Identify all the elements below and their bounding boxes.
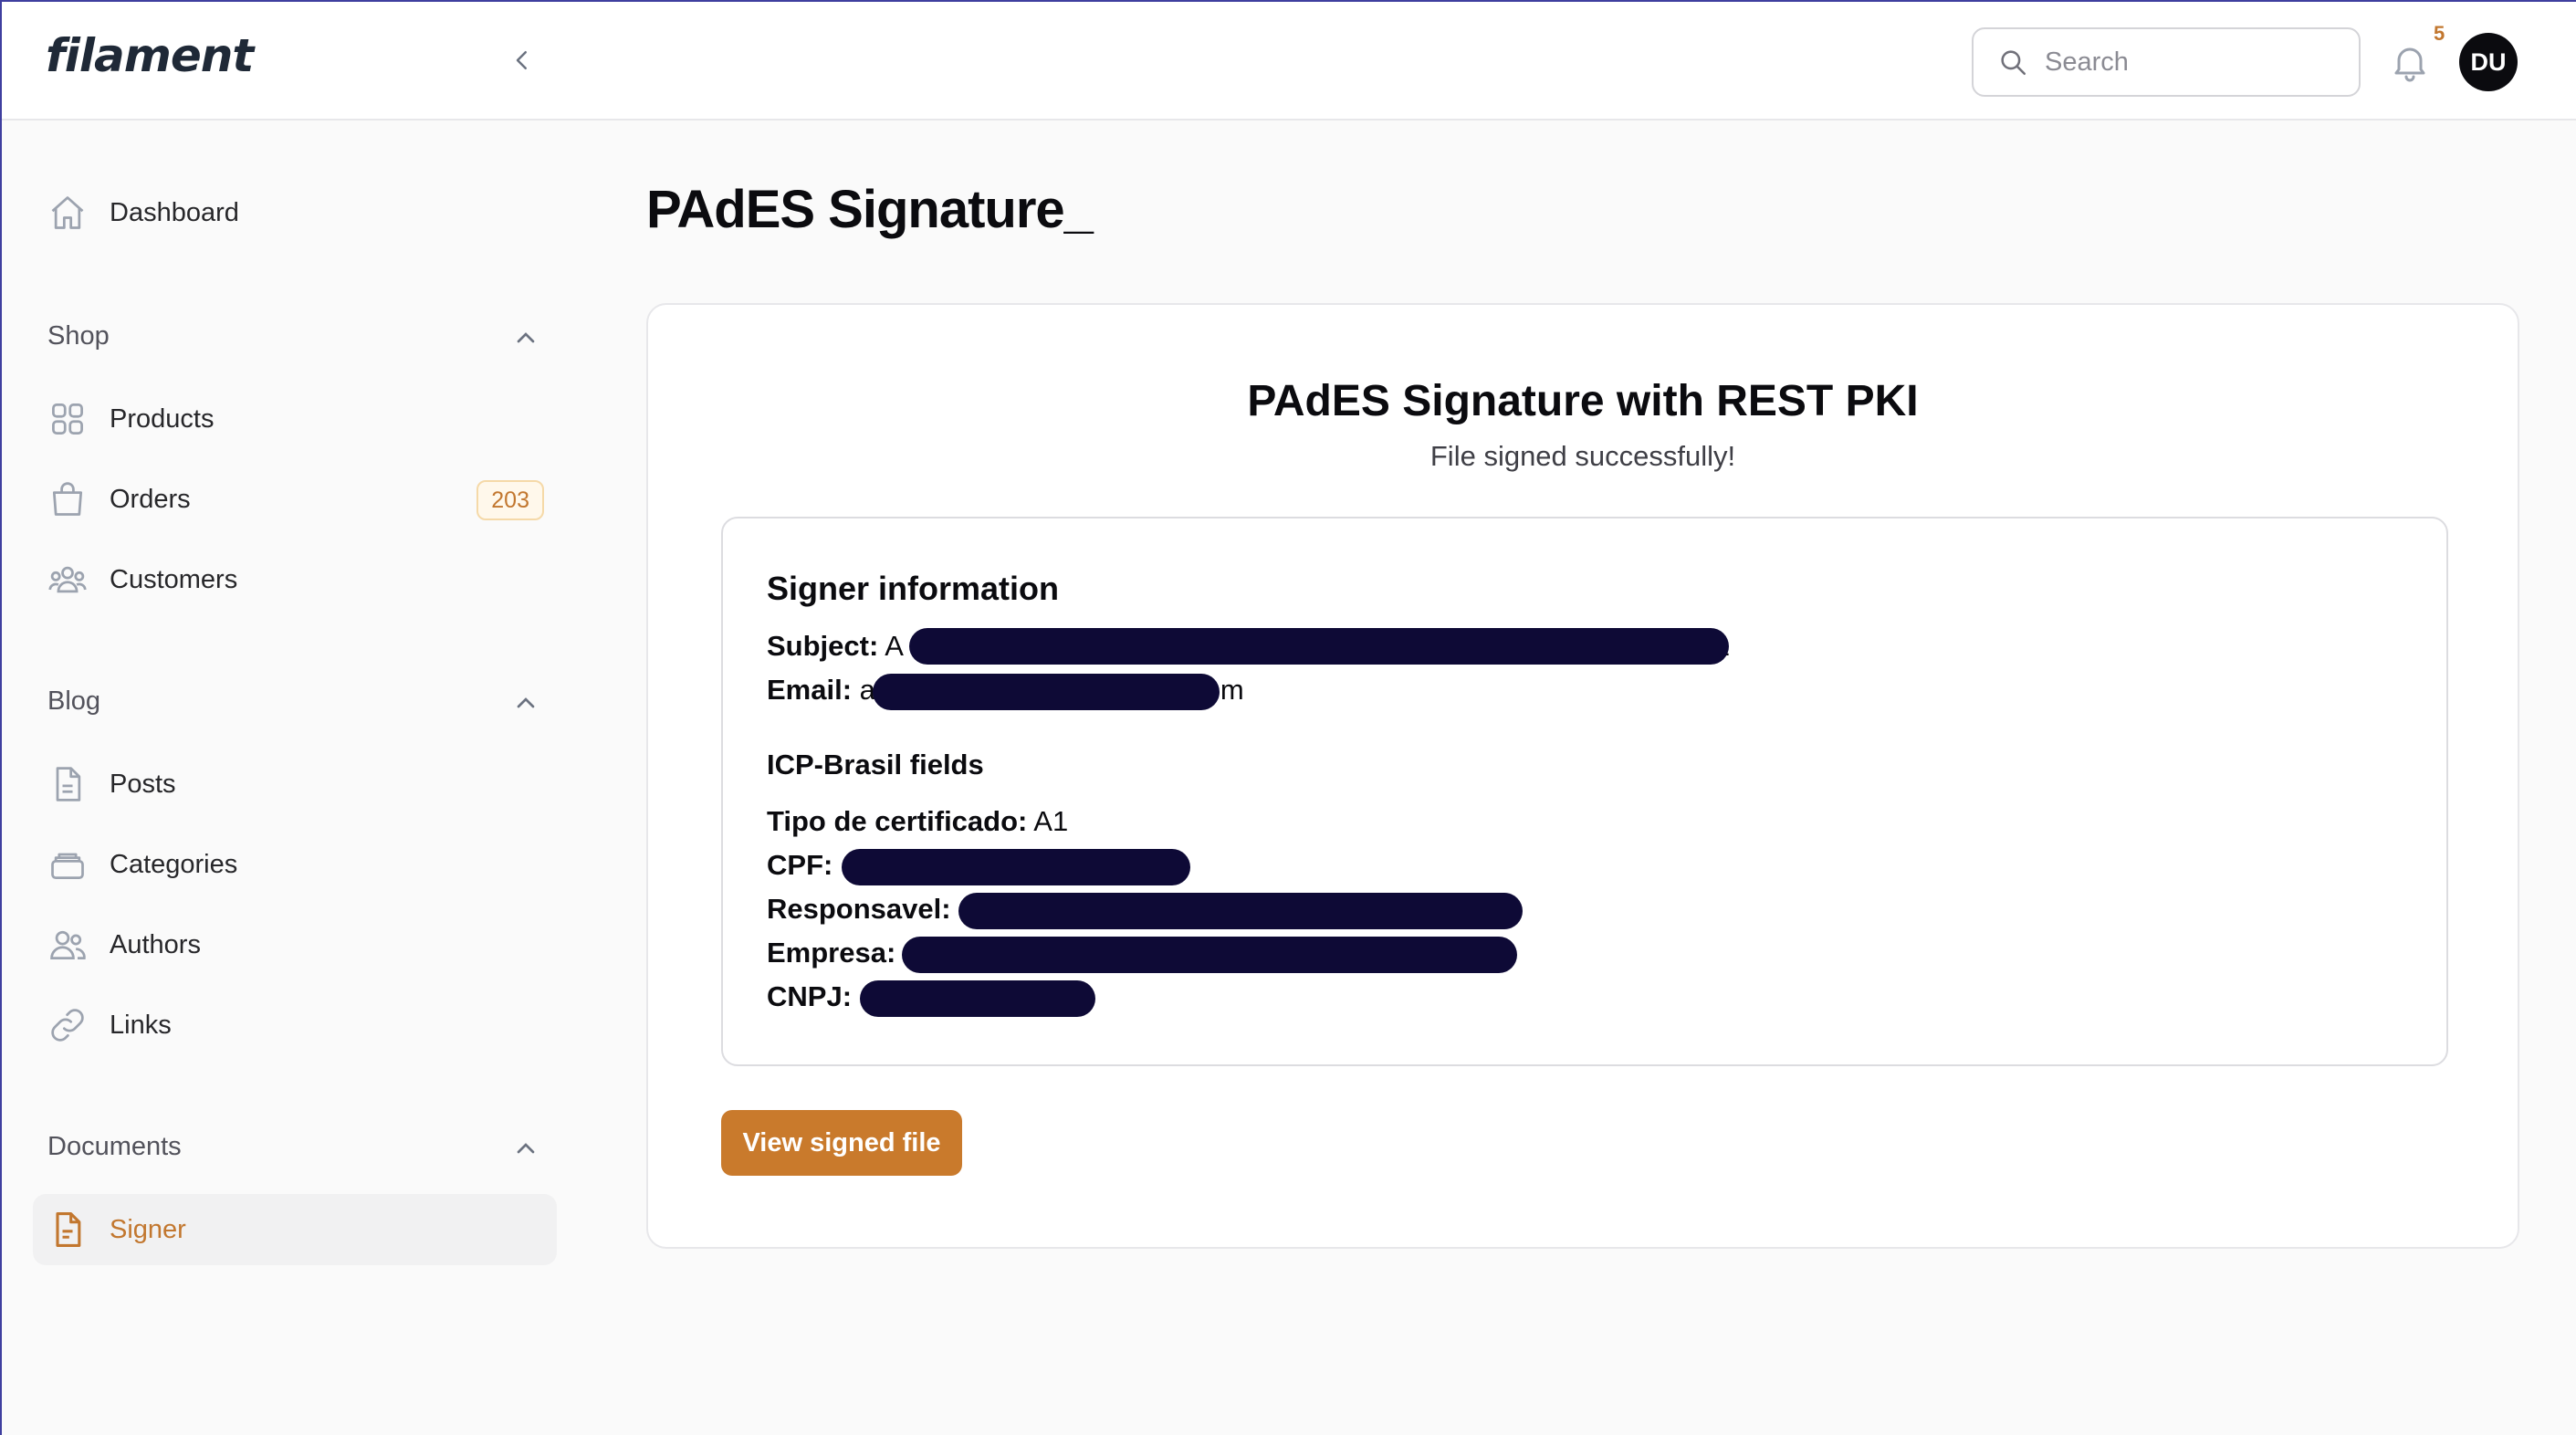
chevron-up-icon[interactable] [511, 1134, 540, 1163]
tipo-certificado-field: Tipo de certificado: A1 [767, 805, 1068, 838]
group-label-shop: Shop [47, 321, 110, 351]
sidebar-item-label: Categories [110, 849, 238, 879]
notification-count-badge: 5 [2434, 22, 2445, 45]
redaction-bar [873, 674, 1220, 710]
responsavel-label: Responsavel: [767, 893, 951, 925]
search-field[interactable] [1972, 27, 2361, 97]
empresa-label: Empresa: [767, 937, 896, 969]
sidebar-item-posts[interactable]: Posts [33, 749, 557, 820]
document-text-icon [56, 1212, 81, 1247]
grid-icon [52, 403, 83, 435]
card-subtitle: File signed successfully! [1429, 440, 1736, 472]
sidebar-item-label: Posts [110, 769, 176, 799]
sidebar-item-signer[interactable]: Signer [33, 1194, 557, 1265]
user-avatar[interactable]: DU [2459, 33, 2518, 91]
group-label-documents: Documents [47, 1132, 182, 1161]
chevron-up-icon[interactable] [511, 688, 540, 718]
signature-card: PAdES Signature with REST PKI File signe… [646, 303, 2519, 1249]
email-suffix: m [1220, 674, 1244, 706]
subject-label: Subject: [767, 630, 879, 662]
sidebar-item-label: Orders [110, 484, 191, 514]
sidebar-item-label: Links [110, 1010, 172, 1040]
empresa-field: Empresa: [767, 937, 895, 969]
redaction-bar [909, 628, 1729, 665]
collapse-sidebar-button[interactable] [502, 40, 542, 80]
cnpj-field: CNPJ: [767, 980, 852, 1013]
sidebar-item-authors[interactable]: Authors [33, 909, 557, 980]
redaction-bar [958, 893, 1523, 929]
chevron-left-icon [516, 51, 527, 69]
sidebar-item-label: Authors [110, 929, 201, 959]
shopping-bag-icon [52, 482, 83, 516]
notifications-button[interactable] [2388, 40, 2432, 84]
group-label-blog: Blog [47, 686, 101, 716]
chevron-up-icon[interactable] [511, 323, 540, 352]
sidebar-item-links[interactable]: Links [33, 990, 557, 1061]
bell-icon [2394, 47, 2425, 82]
search-icon [2001, 50, 2026, 76]
document-icon [56, 767, 81, 801]
redaction-bar [902, 937, 1517, 973]
sidebar-item-dashboard[interactable]: Dashboard [33, 177, 557, 248]
sidebar-item-orders[interactable]: Orders 203 [33, 464, 557, 535]
signer-info-box: Signer information Subject: A1 Email: am… [721, 517, 2448, 1066]
card-title: PAdES Signature with REST PKI [1247, 377, 1919, 425]
orders-count-badge: 203 [476, 480, 544, 520]
view-signed-file-button[interactable]: View signed file [721, 1110, 962, 1176]
stack-icon [51, 853, 84, 880]
sidebar-item-customers[interactable]: Customers [33, 544, 557, 615]
tipo-label: Tipo de certificado: [767, 805, 1028, 837]
icp-brasil-heading: ICP-Brasil fields [767, 749, 984, 780]
cpf-field: CPF: [767, 849, 832, 882]
link-icon [51, 1009, 84, 1042]
sidebar-item-products[interactable]: Products [33, 383, 557, 455]
redaction-bar [860, 980, 1095, 1017]
responsavel-field: Responsavel: [767, 893, 951, 926]
signer-info-heading: Signer information [767, 570, 1060, 607]
users-icon [50, 930, 86, 960]
cnpj-label: CNPJ: [767, 980, 853, 1012]
subject-prefix: A [885, 630, 904, 662]
search-input[interactable] [2045, 47, 2337, 78]
sidebar-item-categories[interactable]: Categories [33, 829, 557, 900]
sidebar-item-label: Signer [110, 1214, 186, 1244]
page-title: PAdES Signature_ [646, 180, 1094, 239]
users-group-icon [48, 566, 87, 593]
sidebar-item-label: Dashboard [110, 197, 239, 227]
app-logo[interactable]: filament [46, 29, 254, 82]
sidebar-item-label: Customers [110, 564, 238, 594]
redaction-bar [842, 849, 1190, 885]
email-label: Email: [767, 674, 853, 706]
home-icon [51, 196, 84, 229]
cpf-label: CPF: [767, 849, 833, 881]
sidebar-item-label: Products [110, 403, 215, 434]
tipo-value: A1 [1033, 805, 1069, 837]
top-bar: filament 5 DU [2, 2, 2576, 120]
sidebar: Dashboard Shop Products Orders 203 Custo… [2, 122, 586, 1435]
